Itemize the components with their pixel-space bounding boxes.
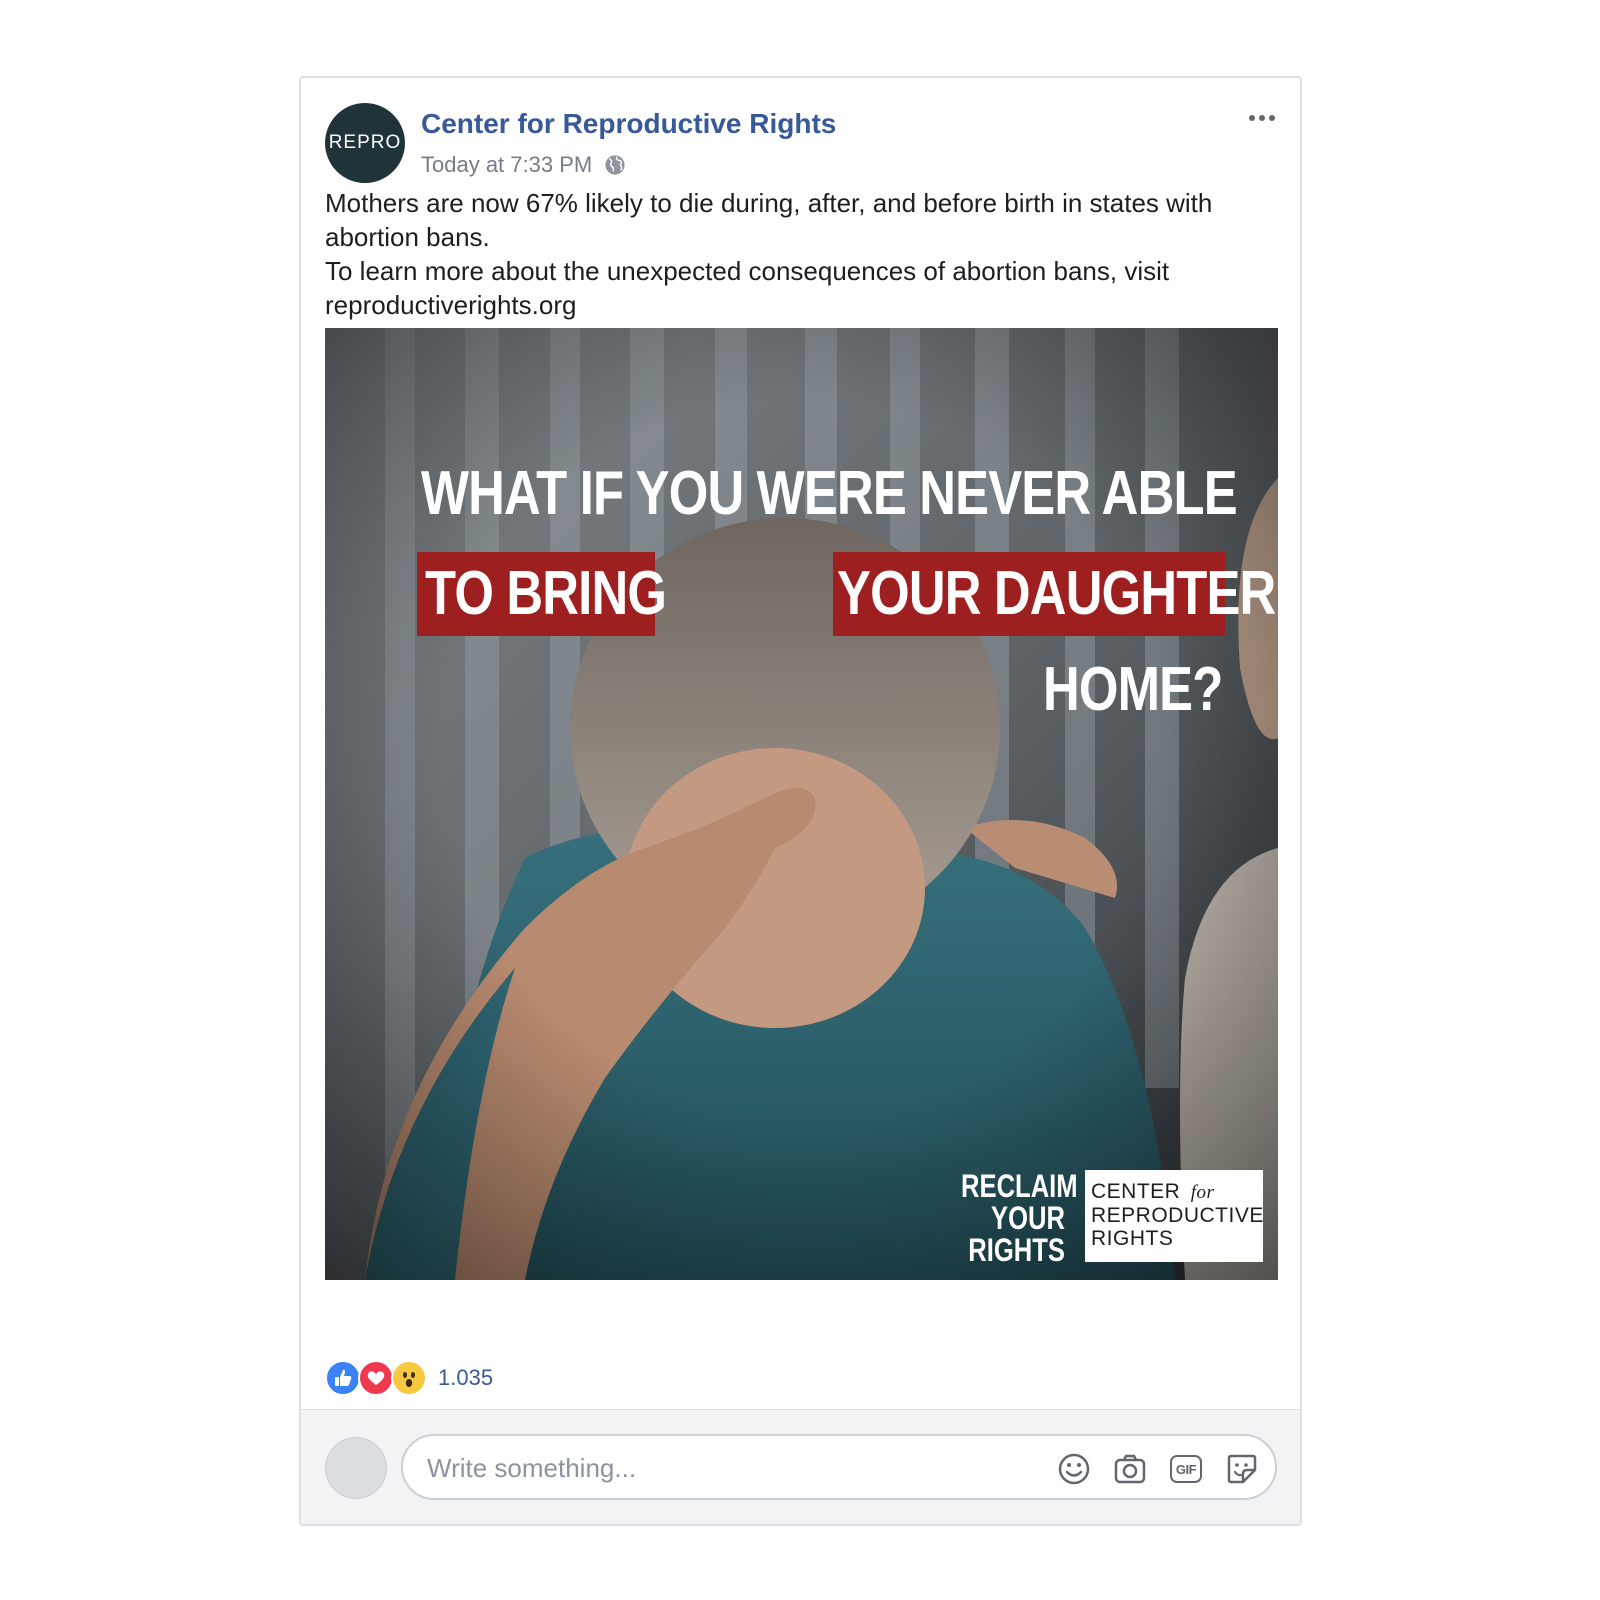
avatar-label: REPRO xyxy=(328,132,402,153)
logo-text: REPRODUCTIVE xyxy=(1091,1204,1264,1227)
post-text-line: Mothers are now 67% likely to die during… xyxy=(325,188,1213,252)
page-name-link[interactable]: Center for Reproductive Rights xyxy=(421,106,836,142)
image-headline-red-left: TO BRING xyxy=(425,559,667,628)
gif-icon[interactable]: GIF xyxy=(1169,1452,1203,1486)
comment-bar: Write something... GIF xyxy=(301,1409,1300,1524)
logo-text: RIGHTS xyxy=(1091,1227,1174,1250)
love-icon xyxy=(358,1360,394,1396)
post-image[interactable]: WHAT IF YOU WERE NEVER ABLE TO BRING YOU… xyxy=(325,328,1278,1280)
comment-placeholder: Write something... xyxy=(427,1453,637,1483)
reclaim-line: RIGHTS xyxy=(968,1232,1065,1268)
emoji-icon[interactable] xyxy=(1057,1452,1091,1486)
more-dot xyxy=(1249,115,1255,121)
reclaim-line: RECLAIM xyxy=(961,1168,1078,1204)
page-avatar[interactable]: REPRO xyxy=(325,103,405,183)
sticker-icon[interactable] xyxy=(1225,1452,1259,1486)
post-card: REPRO Center for Reproductive Rights Tod… xyxy=(299,76,1302,1526)
reactions-summary[interactable]: 1.035 xyxy=(325,1360,493,1396)
comment-input[interactable]: Write something... GIF xyxy=(401,1434,1277,1500)
more-dot xyxy=(1269,115,1275,121)
post-text-line: To learn more about the unexpected conse… xyxy=(325,256,1170,320)
more-options-icon[interactable] xyxy=(1242,106,1282,130)
reclaim-your-rights: RECLAIM YOUR RIGHTS xyxy=(935,1168,1078,1268)
image-headline-line1: WHAT IF YOU WERE NEVER ABLE xyxy=(421,459,1238,528)
crr-logo-box: CENTER for REPRODUCTIVE RIGHTS xyxy=(1085,1170,1263,1262)
like-icon xyxy=(325,1360,361,1396)
reaction-count[interactable]: 1.035 xyxy=(438,1365,493,1391)
logo-text: CENTER xyxy=(1091,1180,1181,1203)
logo-for: for xyxy=(1190,1182,1215,1203)
wow-icon xyxy=(391,1360,427,1396)
image-headline-red-right: YOUR DAUGHTER xyxy=(837,559,1276,628)
more-dot xyxy=(1259,115,1265,121)
gif-label: GIF xyxy=(1175,1461,1197,1477)
globe-icon[interactable] xyxy=(604,154,626,176)
post-text: Mothers are now 67% likely to die during… xyxy=(325,186,1265,322)
reclaim-line: YOUR xyxy=(991,1200,1065,1236)
camera-icon[interactable] xyxy=(1113,1452,1147,1486)
post-timestamp[interactable]: Today at 7:33 PM xyxy=(421,150,592,180)
image-headline-line3: HOME? xyxy=(1043,655,1223,724)
user-avatar xyxy=(325,1437,387,1499)
post-meta: Today at 7:33 PM xyxy=(421,150,626,180)
